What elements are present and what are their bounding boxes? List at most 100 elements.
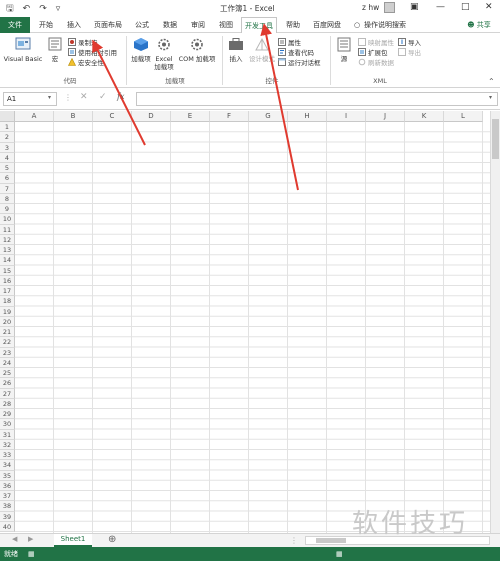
row-header[interactable]: 34 (0, 460, 15, 471)
tab-view[interactable]: 视图 (212, 17, 240, 33)
row-header[interactable]: 33 (0, 450, 15, 461)
row-header[interactable]: 28 (0, 398, 15, 409)
tab-split-grip-icon[interactable]: ⋮ (290, 536, 298, 545)
column-header[interactable]: C (93, 111, 132, 122)
scroll-right-icon[interactable]: ▶ (28, 535, 33, 543)
column-header[interactable]: E (171, 111, 210, 122)
macros-button[interactable]: 宏 (46, 37, 64, 63)
select-all-corner[interactable] (0, 111, 15, 122)
collapse-ribbon-icon[interactable]: ⌃ (488, 77, 495, 86)
name-box-dropdown-icon[interactable]: ▾ (48, 94, 51, 101)
row-header[interactable]: 31 (0, 429, 15, 440)
avatar[interactable] (384, 2, 395, 13)
row-header[interactable]: 22 (0, 337, 15, 348)
column-header[interactable]: K (405, 111, 444, 122)
row-header[interactable]: 5 (0, 163, 15, 174)
row-header[interactable]: 2 (0, 132, 15, 143)
column-header[interactable]: B (54, 111, 93, 122)
row-header[interactable]: 37 (0, 491, 15, 502)
row-header[interactable]: 39 (0, 511, 15, 522)
row-header[interactable]: 14 (0, 255, 15, 266)
tab-insert[interactable]: 插入 (60, 17, 88, 33)
column-header[interactable]: A (15, 111, 54, 122)
row-header[interactable]: 9 (0, 204, 15, 215)
row-header[interactable]: 11 (0, 224, 15, 235)
column-header[interactable]: I (327, 111, 366, 122)
sheet-tab-sheet1[interactable]: Sheet1 (54, 534, 92, 547)
xml-source-button[interactable]: 源 (334, 37, 354, 63)
row-header[interactable]: 25 (0, 368, 15, 379)
row-header[interactable]: 3 (0, 142, 15, 153)
customize-qat-icon[interactable]: ▿ (56, 4, 61, 14)
row-header[interactable]: 19 (0, 306, 15, 317)
cancel-icon[interactable]: ✕ (80, 92, 88, 102)
row-header[interactable]: 15 (0, 265, 15, 276)
excel-addins-button[interactable]: Excel 加载项 (152, 37, 176, 71)
scroll-thumb[interactable] (492, 119, 499, 159)
row-header[interactable]: 24 (0, 357, 15, 368)
column-header[interactable]: F (210, 111, 249, 122)
row-header[interactable]: 18 (0, 296, 15, 307)
row-header[interactable]: 4 (0, 152, 15, 163)
map-properties-button[interactable]: 映射属性 (358, 37, 394, 47)
column-header[interactable]: H (288, 111, 327, 122)
row-header[interactable]: 17 (0, 286, 15, 297)
row-header[interactable]: 30 (0, 419, 15, 430)
visual-basic-button[interactable]: Visual Basic (3, 37, 43, 63)
h-scroll-thumb[interactable] (316, 538, 346, 543)
maximize-icon[interactable]: □ (461, 2, 470, 12)
refresh-data-button[interactable]: 刷新数据 (358, 57, 394, 67)
tab-page-layout[interactable]: 页面布局 (88, 17, 128, 33)
properties-button[interactable]: 属性 (278, 37, 321, 47)
import-button[interactable]: 导入 (398, 37, 421, 47)
design-mode-button[interactable]: 设计模式 (248, 37, 276, 63)
tell-me-search[interactable]: 操作说明搜索 (364, 17, 414, 33)
row-header[interactable]: 36 (0, 480, 15, 491)
row-header[interactable]: 8 (0, 193, 15, 204)
expand-formula-bar-icon[interactable]: ▾ (489, 94, 492, 101)
record-macro-button[interactable]: 录制宏 (68, 37, 117, 47)
row-header[interactable]: 12 (0, 234, 15, 245)
expansion-packs-button[interactable]: 扩展包 (358, 47, 394, 57)
row-header[interactable]: 29 (0, 409, 15, 420)
column-header[interactable]: J (366, 111, 405, 122)
row-header[interactable]: 1 (0, 122, 15, 133)
close-icon[interactable]: ✕ (485, 2, 493, 12)
tab-help[interactable]: 帮助 (280, 17, 306, 33)
tab-data[interactable]: 数据 (156, 17, 184, 33)
row-header[interactable]: 20 (0, 316, 15, 327)
view-code-button[interactable]: 查看代码 (278, 47, 321, 57)
row-header[interactable]: 32 (0, 439, 15, 450)
user-name[interactable]: z hw (362, 3, 379, 12)
row-header[interactable]: 35 (0, 470, 15, 481)
undo-icon[interactable]: ↶ (23, 4, 31, 14)
row-header[interactable]: 27 (0, 388, 15, 399)
row-header[interactable]: 26 (0, 378, 15, 389)
row-header[interactable]: 10 (0, 214, 15, 225)
tab-file[interactable]: 文件 (0, 17, 30, 33)
addins-button[interactable]: 加载项 (130, 37, 152, 63)
insert-control-button[interactable]: 插入 (226, 37, 246, 63)
row-header[interactable]: 16 (0, 275, 15, 286)
formula-input[interactable] (136, 92, 498, 106)
row-header[interactable]: 23 (0, 347, 15, 358)
tab-developer[interactable]: 开发工具 (241, 17, 277, 34)
row-header[interactable]: 13 (0, 245, 15, 256)
share-button[interactable]: ☻ 共享 (462, 17, 496, 33)
save-icon[interactable]: 🖫 (6, 1, 14, 17)
tab-home[interactable]: 开始 (32, 17, 60, 33)
export-button[interactable]: 导出 (398, 47, 421, 57)
tab-review[interactable]: 审阅 (184, 17, 212, 33)
new-sheet-icon[interactable]: ⊕ (108, 534, 116, 545)
vertical-scrollbar[interactable] (490, 111, 500, 533)
column-header[interactable]: L (444, 111, 483, 122)
row-header[interactable]: 21 (0, 327, 15, 338)
column-header[interactable]: D (132, 111, 171, 122)
ribbon-display-icon[interactable]: ▣ (410, 2, 419, 12)
minimize-icon[interactable]: — (436, 2, 445, 12)
redo-icon[interactable]: ↷ (39, 4, 47, 14)
macro-security-button[interactable]: 宏安全性 (68, 57, 117, 67)
tab-formulas[interactable]: 公式 (128, 17, 156, 33)
enter-icon[interactable]: ✓ (99, 92, 107, 102)
run-dialog-button[interactable]: 运行对话框 (278, 57, 321, 67)
